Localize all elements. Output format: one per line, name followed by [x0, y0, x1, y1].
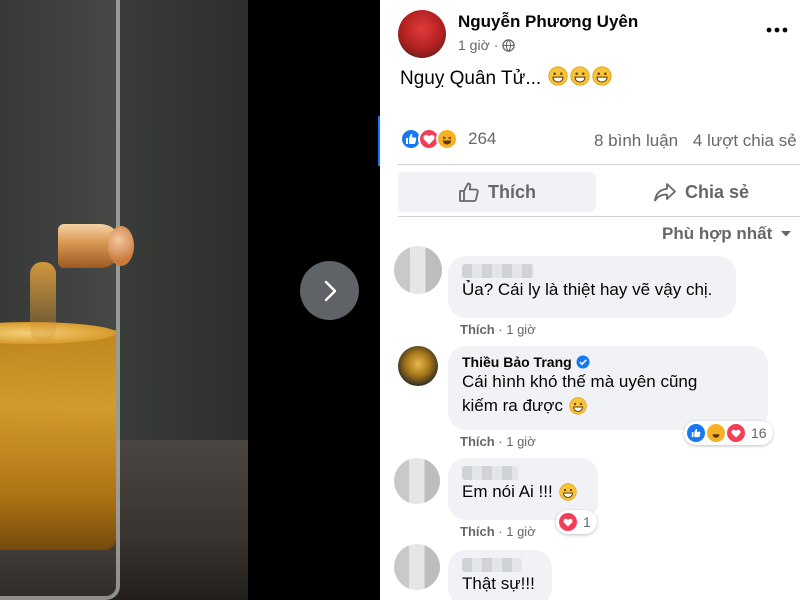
- reaction-count: 264: [468, 129, 497, 148]
- more-icon: [766, 27, 788, 33]
- haha-icon: [436, 128, 458, 150]
- next-photo-button[interactable]: [300, 261, 359, 320]
- commenter-avatar[interactable]: [394, 544, 440, 590]
- grin-emoji-icon: [559, 483, 577, 501]
- post-text: Nguỵ Quân Tử...: [400, 66, 612, 92]
- comment-like-link[interactable]: Thích: [460, 524, 495, 539]
- reaction-summary[interactable]: 264: [400, 128, 496, 150]
- comment-like-link[interactable]: Thích: [460, 434, 495, 449]
- comment-text-line-2: kiếm ra được: [462, 396, 563, 415]
- comment-meta: Thích · 1 giờ: [460, 434, 536, 449]
- caret-down-icon: [781, 231, 792, 237]
- share-button[interactable]: Chia sẻ: [606, 172, 796, 212]
- comment-meta: Thích · 1 giờ: [460, 322, 536, 337]
- comment-bubble: Thiều Bảo Trang Cái hình khó thế mà uyên…: [448, 346, 768, 430]
- commenter-name[interactable]: [462, 558, 538, 572]
- verified-badge-icon: [576, 355, 590, 369]
- like-button[interactable]: Thích: [398, 172, 596, 212]
- like-button-label: Thích: [488, 181, 536, 202]
- post-stats: 8 bình luận 4 lượt chia sẻ: [594, 131, 797, 151]
- share-button-label: Chia sẻ: [684, 181, 750, 202]
- post-text-content: Nguỵ Quân Tử...: [400, 68, 542, 89]
- commenter-avatar[interactable]: [398, 346, 438, 386]
- post-panel: Nguyễn Phương Uyên 1 giờ · Nguỵ Quân Tử.…: [380, 0, 800, 600]
- post-meta: 1 giờ ·: [458, 37, 516, 53]
- thumbs-up-outline-icon: [459, 182, 479, 202]
- commenter-avatar[interactable]: [394, 246, 442, 294]
- author-avatar[interactable]: [398, 10, 446, 58]
- divider: [398, 216, 800, 217]
- share-count-link[interactable]: 4 lượt chia sẻ: [693, 131, 797, 150]
- divider: [398, 164, 800, 165]
- media-viewer: [0, 0, 380, 600]
- comment-count-link[interactable]: 8 bình luận: [594, 131, 678, 150]
- love-icon: [727, 424, 745, 442]
- comment-meta: Thích · 1 giờ: [460, 524, 536, 539]
- grin-emoji-icon: [569, 397, 587, 415]
- commenter-name[interactable]: [462, 264, 722, 278]
- author-name[interactable]: Nguyễn Phương Uyên: [458, 12, 638, 32]
- comment-reaction-count: 1: [583, 514, 591, 530]
- comment-text-line-2-row: kiếm ra được: [462, 394, 754, 418]
- chevron-right-icon: [324, 280, 336, 301]
- comment-like-link[interactable]: Thích: [460, 322, 495, 337]
- commenter-name[interactable]: Thiều Bảo Trang: [462, 354, 754, 370]
- commenter-name-text: Thiều Bảo Trang: [462, 354, 572, 370]
- grin-emoji-icon: [548, 66, 568, 92]
- like-icon: [687, 424, 705, 442]
- post-photo: [0, 0, 248, 600]
- comment-text: Thật sự!!!: [462, 574, 535, 593]
- comment-text: Ủa? Cái ly là thiệt hay vẽ vậy chị.: [462, 280, 713, 299]
- comment-bubble: Thật sự!!!: [448, 550, 552, 600]
- grin-emoji-icon: [592, 66, 612, 92]
- comment-text-line-1: Cái hình khó thế mà uyên cũng: [462, 372, 698, 391]
- comment-text: Em nói Ai !!!: [462, 482, 553, 501]
- comment-bubble: Ủa? Cái ly là thiệt hay vẽ vậy chị.: [448, 256, 736, 318]
- comment-sort-dropdown[interactable]: Phù hợp nhất: [662, 224, 792, 244]
- comment-reactions[interactable]: 16: [684, 421, 773, 445]
- love-icon: [559, 513, 577, 531]
- more-options-button[interactable]: [763, 18, 791, 42]
- comment-reactions[interactable]: 1: [556, 510, 597, 534]
- comment-time[interactable]: 1 giờ: [506, 434, 536, 449]
- haha-icon: [707, 424, 725, 442]
- comment-time[interactable]: 1 giờ: [506, 524, 536, 539]
- commenter-name[interactable]: [462, 466, 584, 480]
- comment-time[interactable]: 1 giờ: [506, 322, 536, 337]
- share-arrow-icon: [654, 183, 676, 202]
- sort-label: Phù hợp nhất: [662, 224, 773, 243]
- post-time[interactable]: 1 giờ: [458, 37, 490, 53]
- commenter-avatar[interactable]: [394, 458, 440, 504]
- comment-reaction-count: 16: [751, 425, 767, 441]
- emoji-row: [548, 66, 612, 92]
- comment-text-row: Em nói Ai !!!: [462, 480, 584, 504]
- globe-icon: [502, 38, 516, 52]
- grin-emoji-icon: [570, 66, 590, 92]
